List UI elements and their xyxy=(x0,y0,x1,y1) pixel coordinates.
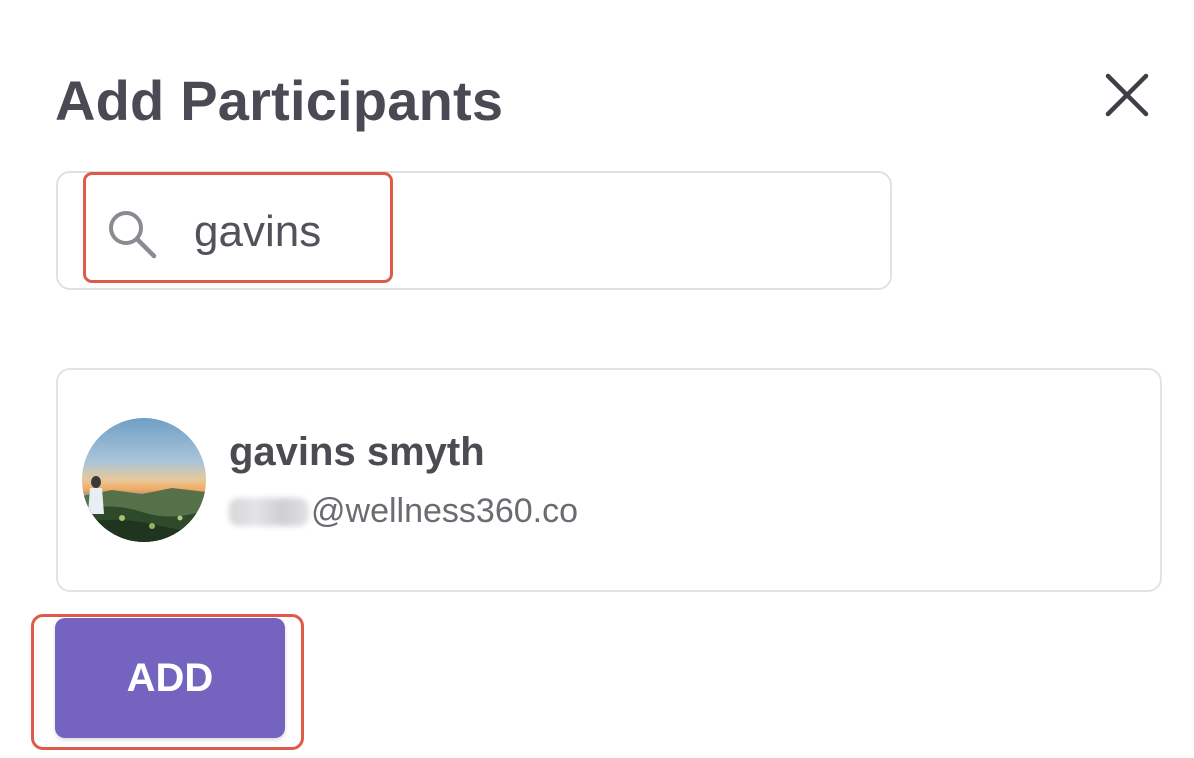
participant-email-domain: @wellness360.co xyxy=(311,492,578,530)
close-icon xyxy=(1105,73,1149,117)
avatar xyxy=(82,418,206,542)
redacted-email-prefix xyxy=(229,497,309,526)
participant-email: @wellness360.co xyxy=(229,492,578,531)
close-button[interactable] xyxy=(1100,68,1156,124)
search-input[interactable] xyxy=(194,200,794,264)
participant-name: gavins smyth xyxy=(229,430,485,474)
search-icon xyxy=(104,206,160,262)
dialog-title: Add Participants xyxy=(55,69,504,132)
add-participants-dialog: Add Participants gavins gavins smyth @we… xyxy=(0,0,1194,758)
participant-result-card[interactable] xyxy=(56,368,1162,592)
add-button[interactable]: ADD xyxy=(55,618,285,738)
